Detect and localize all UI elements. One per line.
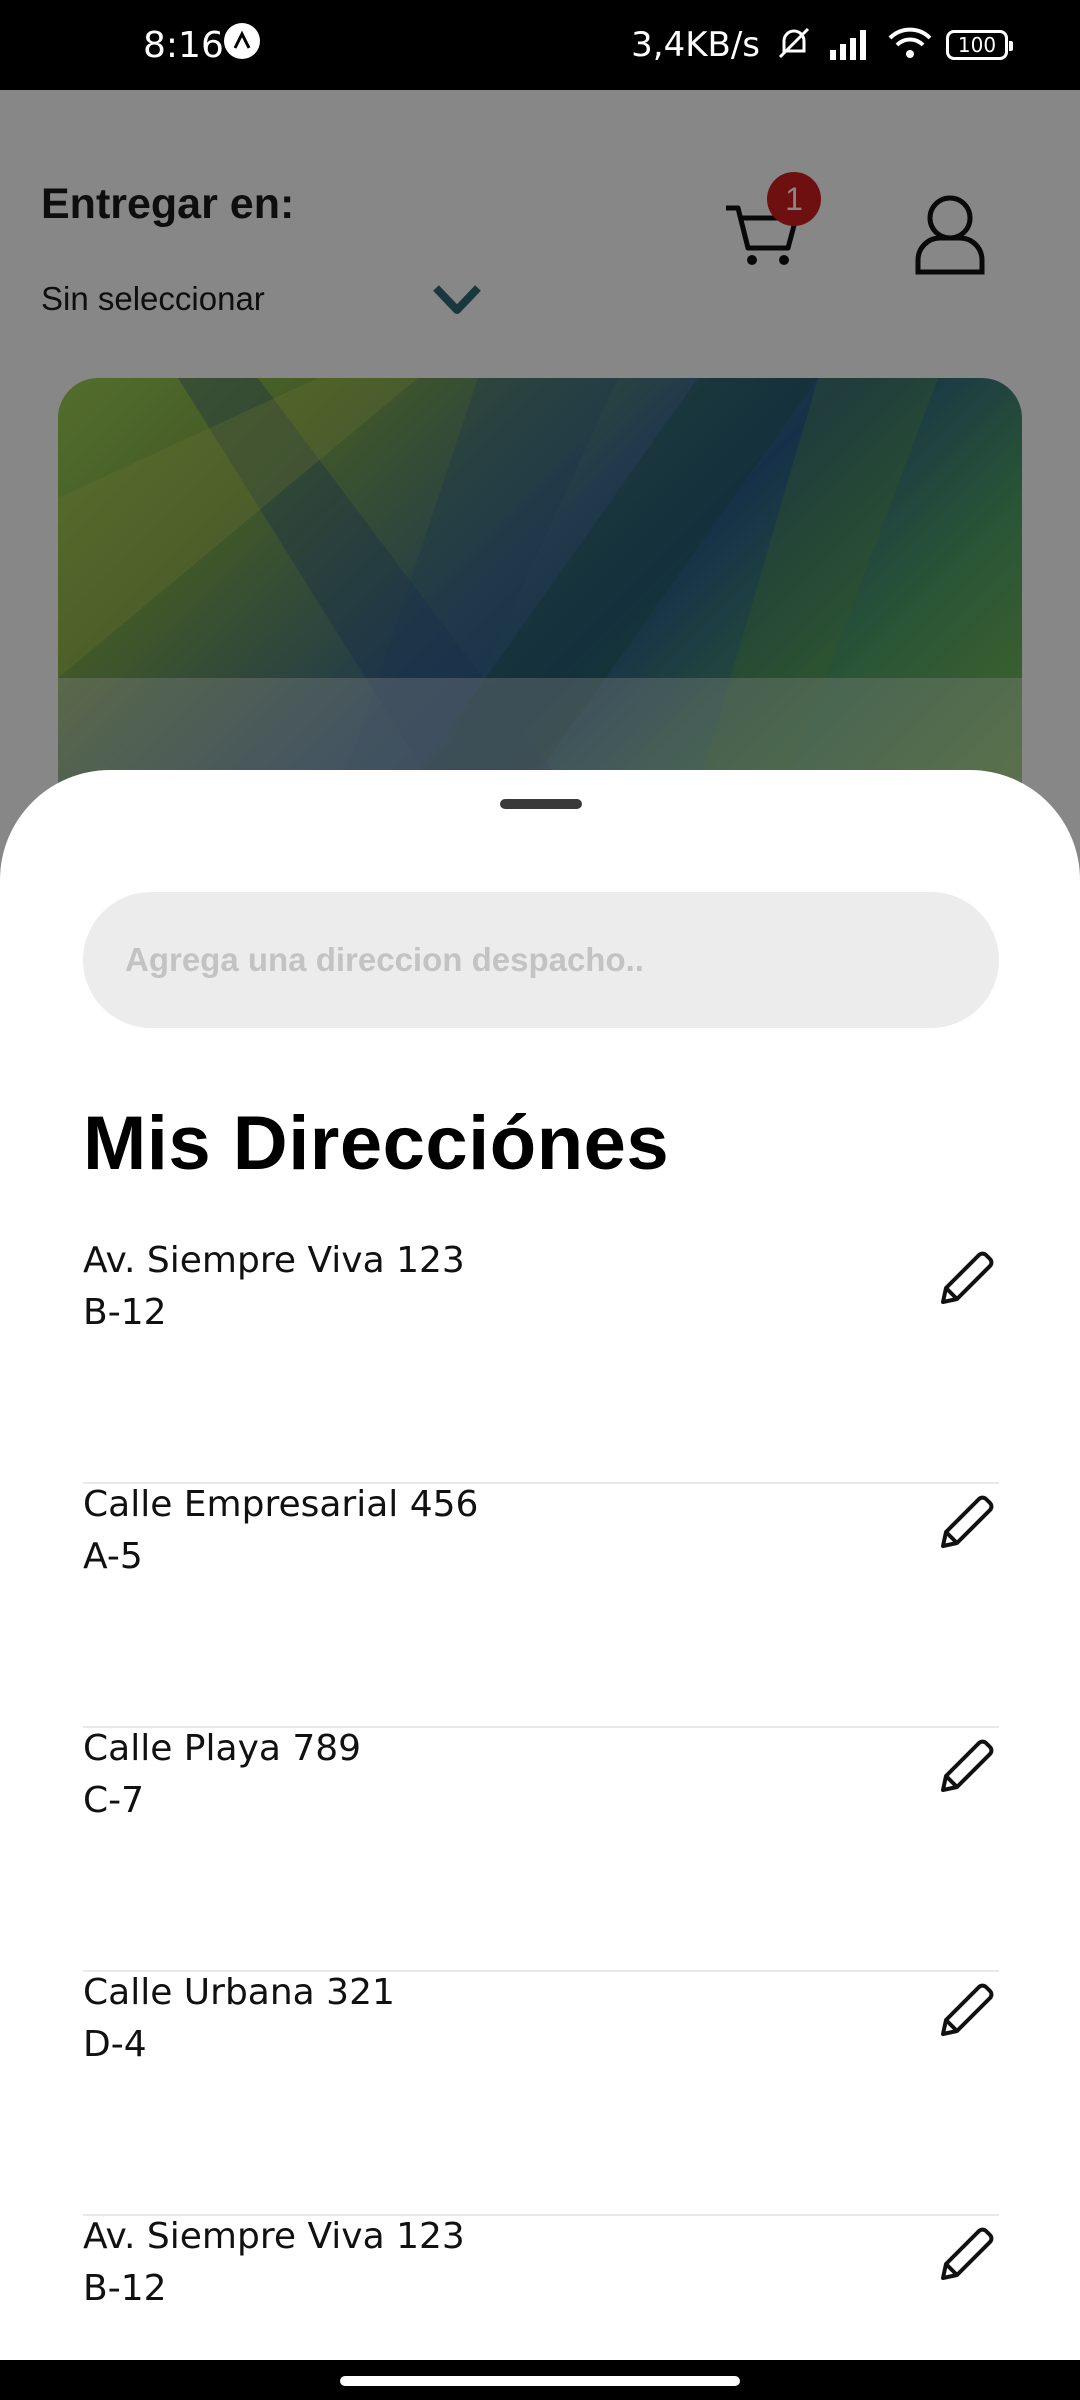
home-gesture-bar[interactable] [340, 2376, 740, 2386]
bell-off-icon [774, 23, 814, 67]
address-bottom-sheet: Mis Direcciónes Av. Siempre Viva 123 B-1… [0, 770, 1080, 2360]
address-item[interactable]: Calle Urbana 321 D-4 [83, 1972, 999, 2216]
address-item[interactable]: Calle Empresarial 456 A-5 [83, 1484, 999, 1728]
sheet-title: Mis Direcciónes [83, 1101, 670, 1186]
sheet-drag-handle[interactable] [500, 799, 582, 809]
address-street: Calle Playa 789 [83, 1728, 362, 1769]
pencil-icon[interactable] [933, 1732, 999, 1802]
app-notification-icon [224, 23, 260, 59]
address-street: Calle Empresarial 456 [83, 1484, 479, 1525]
address-street: Calle Urbana 321 [83, 1972, 395, 2013]
app-screen: 8:16 3,4KB/s 100 Entregar en: Sin selecc… [0, 0, 1080, 2400]
address-item[interactable]: Av. Siempre Viva 123 B-12 [83, 1240, 999, 1484]
wifi-icon [888, 26, 932, 64]
status-right: 3,4KB/s 100 [631, 0, 1013, 90]
address-item[interactable]: Av. Siempre Viva 123 B-12 [83, 2216, 999, 2360]
network-speed: 3,4KB/s [631, 25, 760, 65]
system-nav-bar [0, 2360, 1080, 2400]
address-list: Av. Siempre Viva 123 B-12 Calle Empresar… [83, 1240, 999, 2360]
address-unit: C-7 [83, 1780, 145, 1821]
address-search-input[interactable] [83, 892, 999, 1028]
pencil-icon[interactable] [933, 1488, 999, 1558]
battery-indicator: 100 [946, 30, 1013, 60]
address-unit: B-12 [83, 1292, 167, 1333]
address-unit: A-5 [83, 1536, 143, 1577]
signal-icon [828, 26, 874, 64]
status-time: 8:16 [143, 24, 224, 66]
address-street: Av. Siempre Viva 123 [83, 1240, 465, 1281]
pencil-icon[interactable] [933, 2220, 999, 2290]
address-unit: D-4 [83, 2024, 147, 2065]
address-unit: B-12 [83, 2268, 167, 2309]
address-item[interactable]: Calle Playa 789 C-7 [83, 1728, 999, 1972]
status-bar: 8:16 3,4KB/s 100 [0, 0, 1080, 90]
address-street: Av. Siempre Viva 123 [83, 2216, 465, 2257]
pencil-icon[interactable] [933, 1976, 999, 2046]
pencil-icon[interactable] [933, 1244, 999, 1314]
